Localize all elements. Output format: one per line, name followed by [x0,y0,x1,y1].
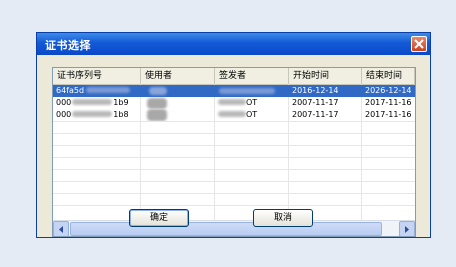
serial-cell: 000 1b8 [53,109,141,121]
close-icon [414,39,424,49]
scroll-left-button[interactable] [53,221,69,236]
table-row[interactable]: 000 1b8 OT 2007-11-17 2017-11-16 [53,109,415,121]
issuer-tail: OT [246,110,258,119]
serial-tail: 1b9 [113,98,129,107]
end-date-cell: 2026-12-14 [365,86,412,95]
redacted-text [149,87,167,95]
issuer-tail: OT [246,98,258,107]
redacted-text [218,99,246,105]
close-button[interactable] [411,36,427,52]
scrollbar-thumb[interactable] [70,222,382,236]
serial-tail: 1b8 [113,110,129,119]
grid-line [53,121,415,122]
title-bar[interactable]: 证书选择 [37,33,430,55]
grid-line [53,157,415,158]
subject-cell [141,97,215,109]
subject-cell [141,109,215,121]
column-header-serial[interactable]: 证书序列号 [53,68,141,84]
end-date-cell: 2017-11-16 [365,98,412,107]
column-header-end[interactable]: 结束时间 [362,68,415,84]
ok-button[interactable]: 确定 [129,209,189,227]
subject-cell [141,85,215,97]
table-row[interactable]: 000 1b9 OT 2007-11-17 2017-11-16 [53,97,415,109]
list-header: 证书序列号 使用者 签发者 开始时间 结束时间 [53,68,415,85]
end-date-cell: 2017-11-16 [365,110,412,119]
redacted-text [219,88,275,94]
cancel-button[interactable]: 取消 [253,209,313,227]
arrow-left-icon [59,226,63,233]
start-date-cell: 2016-12-14 [292,86,339,95]
column-header-start[interactable]: 开始时间 [289,68,362,84]
redacted-text [147,98,167,109]
serial-text: 000 [56,98,72,107]
certificate-select-dialog: 证书选择 证书序列号 使用者 签发者 开始时间 结束时间 64fa5d 2016… [36,32,431,238]
serial-text: 000 [56,110,72,119]
start-date-cell: 2007-11-17 [292,110,339,119]
redacted-text [218,111,246,117]
serial-text: 64fa5d [56,86,85,95]
start-date-cell: 2007-11-17 [292,98,339,107]
column-header-issuer[interactable]: 签发者 [215,68,289,84]
grid-line [53,181,415,182]
issuer-cell: OT [215,97,289,109]
redacted-text [72,111,113,117]
grid-line [53,133,415,134]
grid-line [53,205,415,206]
grid-line [53,193,415,194]
redacted-text [147,109,167,121]
redacted-text [72,99,113,105]
horizontal-scrollbar[interactable] [53,220,415,236]
issuer-cell [215,85,289,97]
redacted-text [86,87,131,93]
certificate-list[interactable]: 证书序列号 使用者 签发者 开始时间 结束时间 64fa5d 2016-12-1… [52,67,416,237]
dialog-title: 证书选择 [45,39,91,52]
issuer-cell: OT [215,109,289,121]
serial-cell: 000 1b9 [53,97,141,109]
arrow-right-icon [405,226,409,233]
grid-line [53,145,415,146]
table-row[interactable]: 64fa5d 2016-12-14 2026-12-14 [53,85,415,97]
scroll-right-button[interactable] [399,221,415,236]
serial-cell: 64fa5d [53,85,141,97]
grid-line [53,169,415,170]
column-header-subject[interactable]: 使用者 [141,68,215,84]
